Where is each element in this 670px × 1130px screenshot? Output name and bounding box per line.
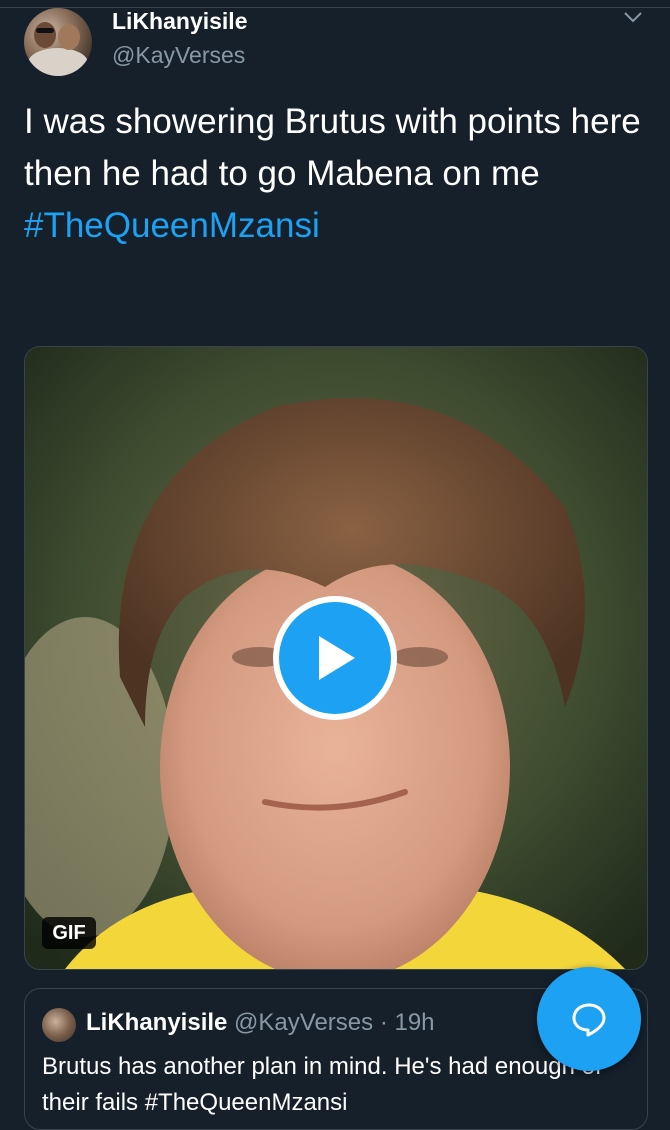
play-icon [319,636,355,680]
compose-reply-button[interactable] [537,967,641,1071]
quoted-author-handle: @KayVerses [234,1009,374,1036]
author-name[interactable]: LiKhanyisile [112,8,247,35]
compose-reply-icon [572,1003,606,1037]
tweet-text: I was showering Brutus with points here … [24,96,654,252]
gif-badge: GIF [42,917,96,949]
quoted-author-avatar [42,1008,76,1042]
quoted-author-name: LiKhanyisile [86,1009,228,1036]
quoted-tweet-header: LiKhanyisile @KayVerses · 19h [86,1009,435,1037]
author-avatar[interactable] [24,8,92,76]
tweet-body: I was showering Brutus with points here … [24,102,641,193]
separator-dot: · [379,1009,388,1036]
top-divider [0,7,670,8]
chevron-down-icon[interactable] [622,8,644,26]
play-button[interactable] [273,596,397,720]
author-handle[interactable]: @KayVerses [112,42,245,69]
hashtag-link[interactable]: #TheQueenMzansi [24,200,654,252]
quoted-tweet-text: Brutus has another plan in mind. He's ha… [42,1053,602,1116]
quoted-tweet-time: 19h [394,1009,435,1036]
